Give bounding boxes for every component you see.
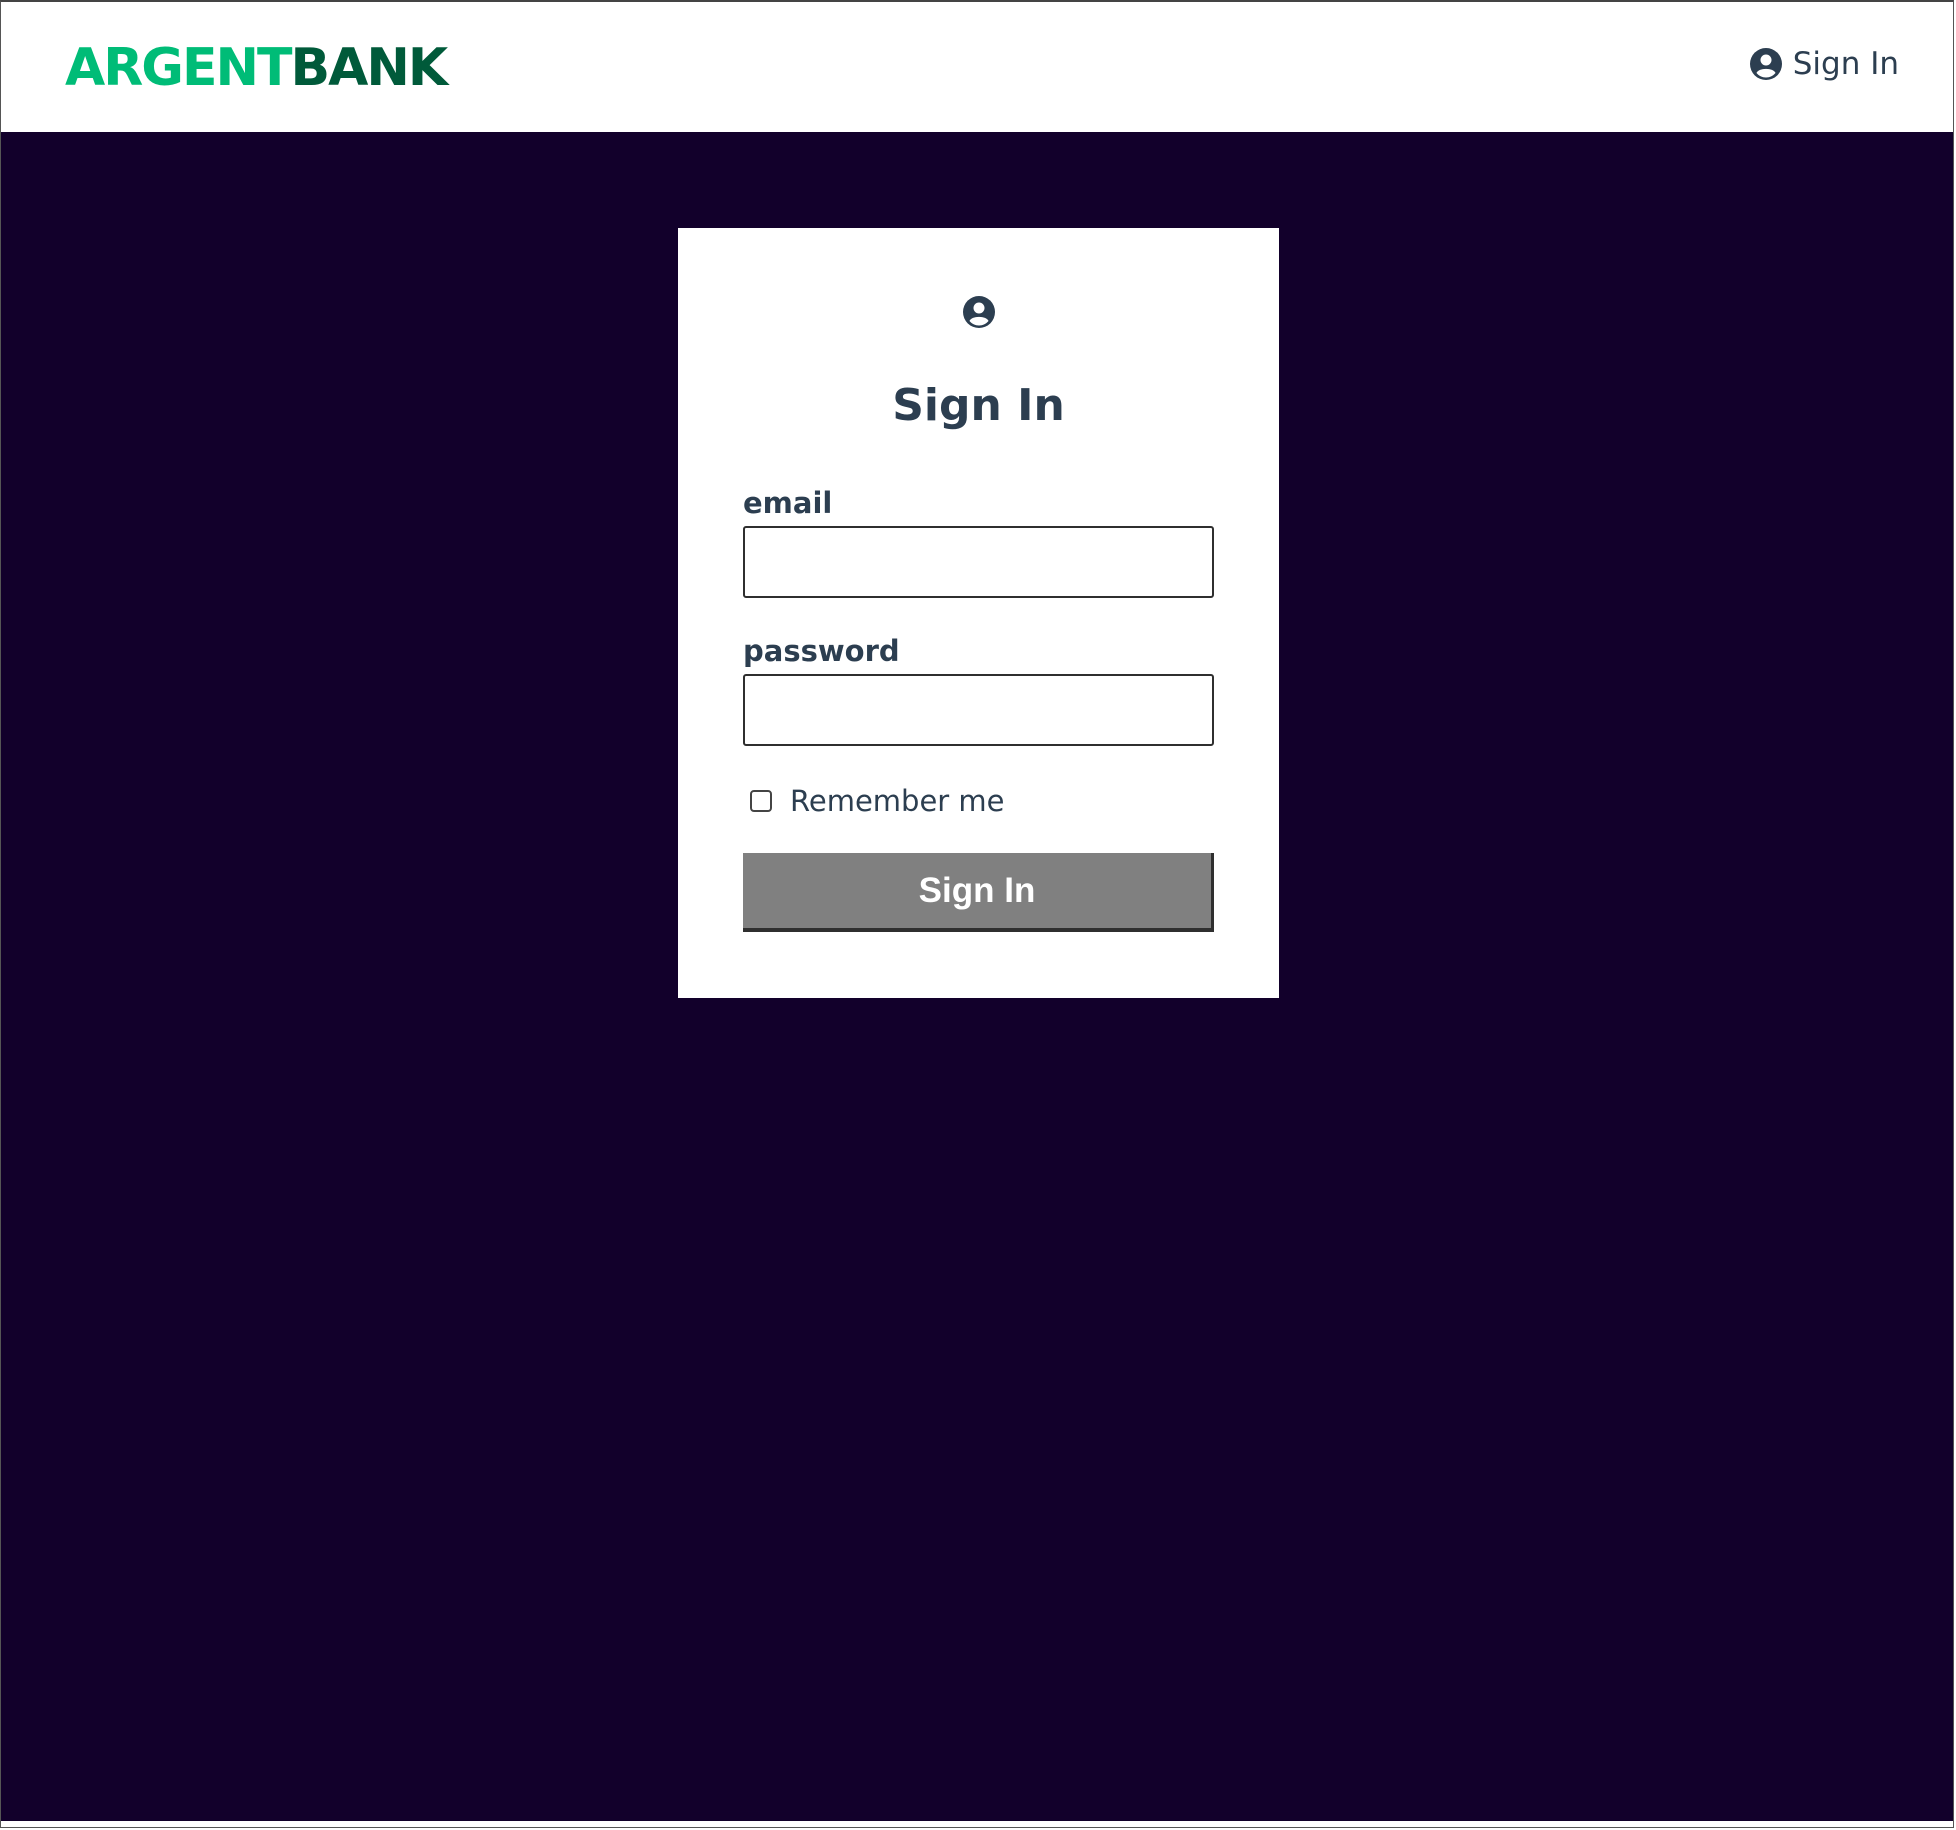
- user-circle-icon: [962, 295, 996, 329]
- argent-bank-logo[interactable]: ARGENTBANK: [65, 38, 448, 98]
- user-circle-icon: [1749, 47, 1783, 81]
- logo-argent-text: ARGENT: [65, 38, 292, 98]
- browser-frame: ARGENTBANK Sign In Sign In email passwor…: [0, 0, 1954, 1828]
- remember-me-option[interactable]: Remember me: [750, 784, 1005, 818]
- password-label: password: [743, 634, 900, 668]
- email-field[interactable]: [743, 526, 1214, 598]
- sign-in-title: Sign In: [892, 380, 1065, 431]
- nav-sign-in-label: Sign In: [1792, 46, 1899, 82]
- remember-me-label: Remember me: [790, 784, 1005, 818]
- email-label: email: [743, 486, 833, 520]
- remember-me-checkbox[interactable]: [750, 790, 772, 812]
- navbar: ARGENTBANK Sign In: [1, 2, 1953, 132]
- nav-sign-in-link[interactable]: Sign In: [1749, 46, 1899, 82]
- password-field[interactable]: [743, 674, 1214, 746]
- logo-bank-text: BANK: [290, 38, 448, 98]
- sign-in-button[interactable]: Sign In: [743, 853, 1214, 932]
- sign-in-card: Sign In email password Remember me Sign …: [678, 228, 1279, 998]
